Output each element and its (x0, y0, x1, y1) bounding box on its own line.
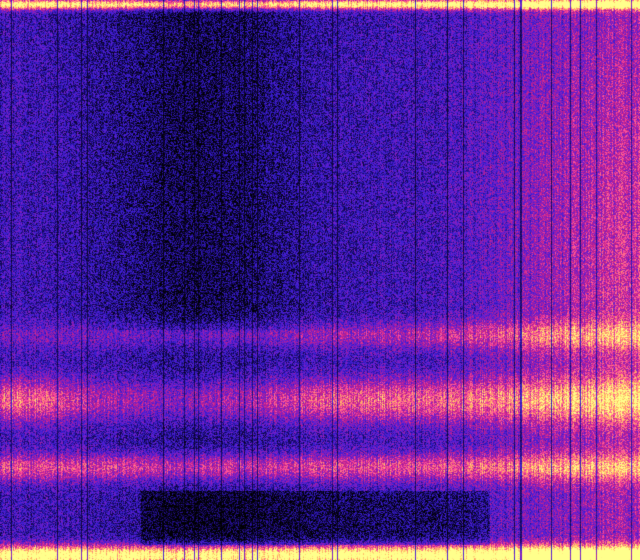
spectrogram-image (0, 0, 640, 560)
spectrogram-frame (0, 0, 640, 560)
